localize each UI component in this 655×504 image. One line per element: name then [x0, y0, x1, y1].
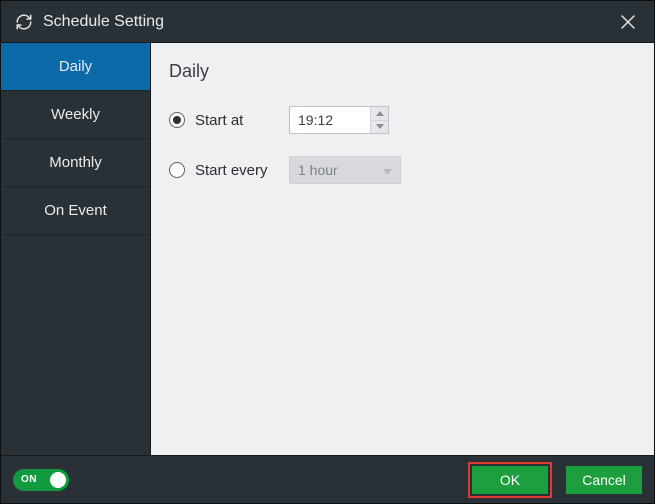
toggle-knob	[50, 472, 66, 488]
ok-button[interactable]: OK	[472, 466, 548, 494]
tab-label: On Event	[44, 202, 107, 219]
toggle-state-label: ON	[21, 474, 37, 485]
titlebar: Schedule Setting	[1, 1, 654, 43]
time-stepper	[370, 107, 388, 133]
tab-on-event[interactable]: On Event	[1, 187, 150, 235]
start-time-field[interactable]	[290, 107, 370, 133]
sidebar: Daily Weekly Monthly On Event	[1, 43, 150, 455]
start-every-value: 1 hour	[298, 162, 338, 178]
tab-label: Weekly	[51, 106, 100, 123]
start-every-row: Start every 1 hour	[169, 156, 636, 184]
tab-label: Daily	[59, 58, 92, 75]
start-at-radio[interactable]	[169, 112, 185, 128]
refresh-icon	[15, 13, 33, 31]
tab-monthly[interactable]: Monthly	[1, 139, 150, 187]
start-at-label: Start at	[195, 112, 279, 129]
start-at-row: Start at	[169, 106, 636, 134]
cancel-button[interactable]: Cancel	[566, 466, 642, 494]
enable-toggle[interactable]: ON	[13, 469, 69, 491]
content-panel: Daily Start at	[150, 43, 654, 455]
start-time-input[interactable]	[289, 106, 389, 134]
schedule-setting-dialog: Schedule Setting Daily Weekly Monthly On…	[0, 0, 655, 504]
tab-label: Monthly	[49, 154, 102, 171]
start-every-label: Start every	[195, 162, 279, 179]
time-step-up[interactable]	[371, 107, 388, 120]
time-step-down[interactable]	[371, 120, 388, 134]
ok-highlight: OK	[468, 462, 552, 498]
dialog-body: Daily Weekly Monthly On Event Daily Star…	[1, 43, 654, 455]
start-every-select[interactable]: 1 hour	[289, 156, 401, 184]
tab-weekly[interactable]: Weekly	[1, 91, 150, 139]
start-every-radio[interactable]	[169, 162, 185, 178]
footer: ON OK Cancel	[1, 455, 654, 503]
footer-buttons: OK Cancel	[468, 462, 642, 498]
close-button[interactable]	[616, 10, 640, 34]
tab-daily[interactable]: Daily	[1, 43, 150, 91]
panel-heading: Daily	[169, 61, 636, 82]
chevron-down-icon	[383, 162, 392, 178]
window-title: Schedule Setting	[43, 13, 164, 31]
